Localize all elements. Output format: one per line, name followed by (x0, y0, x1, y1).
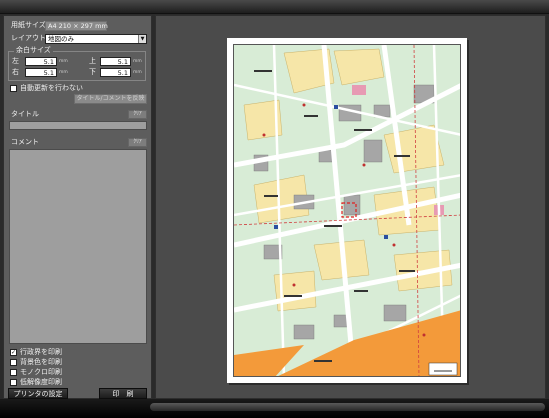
update-title-comment-button[interactable]: タイトル/コメントを反映 (74, 94, 147, 104)
layout-select-value: 地図のみ (48, 35, 74, 43)
option-checkbox-boundaries[interactable]: ✓ (10, 349, 17, 356)
layout-select[interactable]: 地図のみ ▼ (45, 34, 147, 44)
chevron-down-icon[interactable]: ▼ (138, 35, 146, 43)
title-clear-button[interactable]: ｸﾘｱ (128, 110, 147, 119)
margin-bottom-unit: mm (133, 70, 142, 75)
auto-refresh-label: 自動更新を行わない (20, 84, 83, 92)
margin-left-label: 左 (12, 57, 19, 65)
option-label-monochrome: モノクロ印刷 (20, 368, 62, 376)
title-input[interactable] (9, 121, 147, 130)
option-checkbox-monochrome[interactable] (10, 369, 17, 376)
paper-size-readout: A4 210 × 297 mm (45, 21, 108, 31)
option-checkbox-background[interactable] (10, 359, 17, 366)
comment-label: コメント (11, 138, 39, 146)
margin-bottom-label: 下 (89, 68, 96, 76)
margin-top-unit: mm (133, 59, 142, 64)
auto-refresh-checkbox[interactable] (10, 85, 17, 92)
map-preview[interactable] (233, 44, 461, 377)
print-preview-area (155, 15, 546, 399)
bottom-bar-groove (150, 403, 545, 411)
print-settings-panel: 用紙サイズ A4 210 × 297 mm レイアウト 地図のみ ▼ 余白サイズ… (3, 15, 152, 399)
paper-sheet (227, 38, 467, 383)
margin-right-unit: mm (59, 70, 68, 75)
margin-right-label: 右 (12, 68, 19, 76)
paper-size-label: 用紙サイズ (11, 21, 46, 29)
margin-top-input[interactable]: 5.1 (100, 57, 131, 66)
margin-right-input[interactable]: 5.1 (25, 68, 57, 77)
title-label: タイトル (11, 110, 39, 118)
option-checkbox-low-resolution[interactable] (10, 379, 17, 386)
margin-left-input[interactable]: 5.1 (25, 57, 57, 66)
option-label-background: 背景色を印刷 (20, 358, 62, 366)
margin-group-label: 余白サイズ (14, 46, 53, 55)
bottom-bar (0, 399, 549, 418)
comment-clear-button[interactable]: ｸﾘｱ (128, 138, 147, 147)
comment-textarea[interactable] (9, 149, 147, 344)
margin-left-unit: mm (59, 59, 68, 64)
printer-settings-button[interactable]: プリンタの設定 (8, 388, 68, 399)
margin-bottom-input[interactable]: 5.1 (100, 68, 131, 77)
print-button[interactable]: 印 刷 (99, 388, 147, 399)
margin-top-label: 上 (89, 57, 96, 65)
option-label-low-resolution: 低解像度印刷 (20, 378, 62, 386)
layout-label: レイアウト (11, 34, 46, 42)
map-image (234, 45, 460, 376)
top-title-bar (0, 0, 549, 14)
option-label-boundaries: 行政界を印刷 (20, 348, 62, 356)
